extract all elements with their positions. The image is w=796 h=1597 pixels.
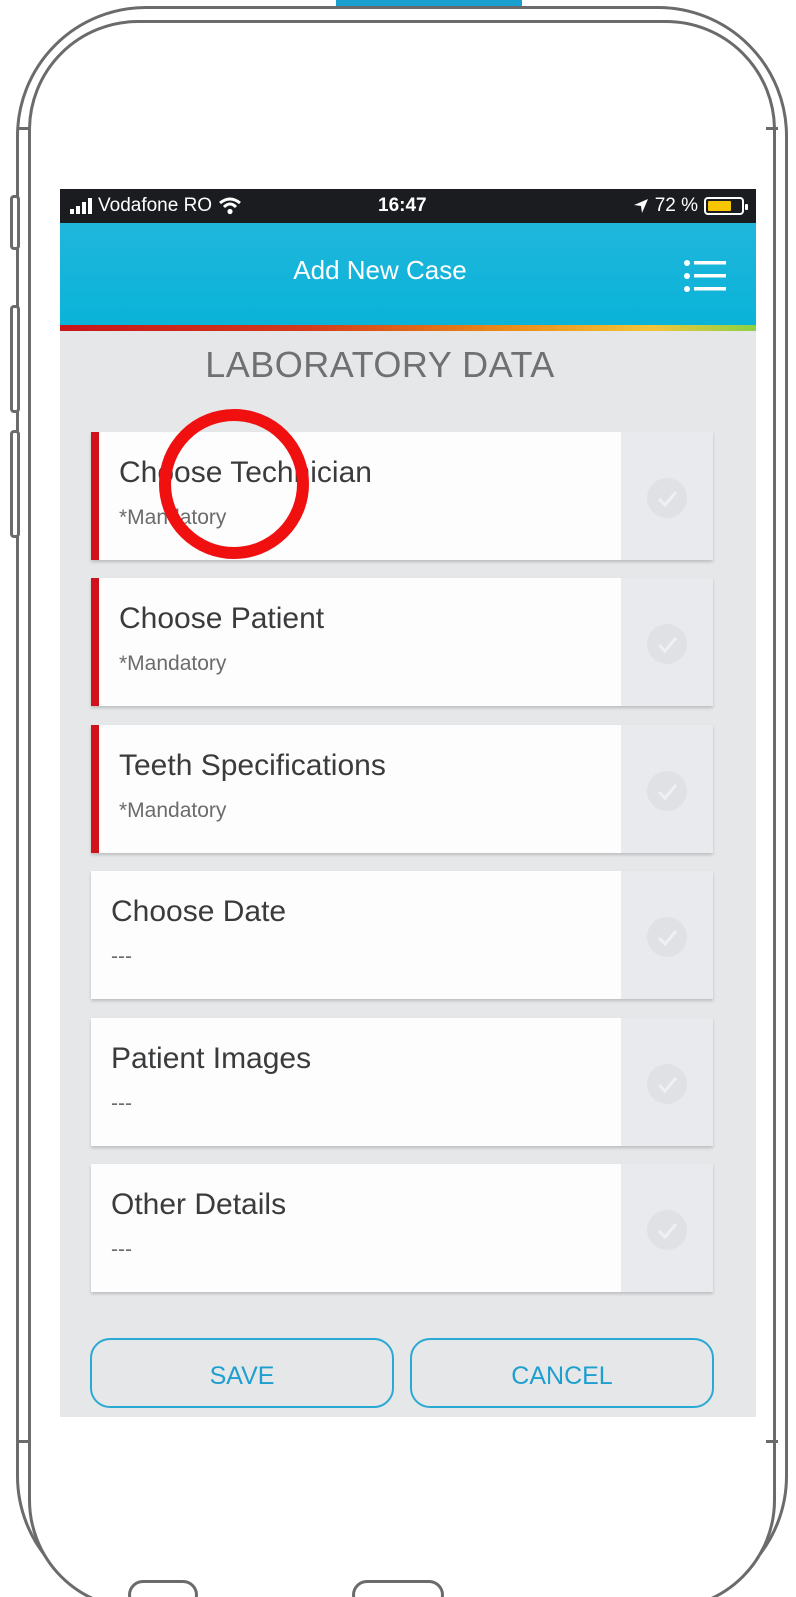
check-circle-icon xyxy=(647,1210,687,1250)
check-circle-icon xyxy=(647,771,687,811)
app-screen: Vodafone RO 16:47 72 % Add New Case LABO… xyxy=(60,189,756,1417)
check-circle-icon xyxy=(647,917,687,957)
status-bar: Vodafone RO 16:47 72 % xyxy=(60,189,756,223)
card-status-area xyxy=(621,1018,713,1146)
list-item[interactable]: Choose Patient *Mandatory xyxy=(91,578,713,706)
carrier-name: Vodafone RO xyxy=(98,195,213,216)
card-title: Other Details xyxy=(111,1188,287,1221)
card-title: Teeth Specifications xyxy=(119,749,386,782)
list-item[interactable]: Teeth Specifications *Mandatory xyxy=(91,725,713,853)
check-circle-icon xyxy=(647,1064,687,1104)
status-time: 16:47 xyxy=(378,195,427,216)
signal-strength-icon xyxy=(70,198,92,214)
card-title: Choose Date xyxy=(111,895,287,928)
volume-up-button xyxy=(10,305,20,413)
app-header: Add New Case xyxy=(60,223,756,325)
list-item[interactable]: Patient Images --- xyxy=(91,1018,713,1146)
card-subtitle: --- xyxy=(111,1238,132,1261)
card-status-area xyxy=(621,1164,713,1292)
card-subtitle: *Mandatory xyxy=(119,799,227,822)
save-button[interactable]: SAVE xyxy=(90,1338,394,1408)
bottom-speaker-left xyxy=(128,1580,198,1597)
card-status-area xyxy=(621,578,713,706)
frame-band-right-top xyxy=(766,127,778,130)
check-circle-icon xyxy=(647,478,687,518)
list-item[interactable]: Other Details --- xyxy=(91,1164,713,1292)
highlight-circle-annotation xyxy=(159,409,309,559)
card-subtitle: --- xyxy=(111,945,132,968)
section-title: LABORATORY DATA xyxy=(205,344,555,385)
frame-band-right-bottom xyxy=(766,1440,778,1443)
list-menu-icon[interactable] xyxy=(684,259,726,293)
cancel-button[interactable]: CANCEL xyxy=(410,1338,714,1408)
volume-down-button xyxy=(10,430,20,538)
card-subtitle: *Mandatory xyxy=(119,652,227,675)
status-right: 72 % xyxy=(633,195,748,217)
page-title: Add New Case xyxy=(293,255,467,285)
battery-icon xyxy=(704,197,748,215)
header-accent-line xyxy=(60,325,756,331)
card-status-area xyxy=(621,432,713,560)
frame-band-left-bottom xyxy=(18,1440,30,1443)
check-circle-icon xyxy=(647,624,687,664)
wifi-icon xyxy=(219,197,242,215)
card-subtitle: --- xyxy=(111,1092,132,1115)
battery-percent: 72 % xyxy=(654,195,698,216)
battery-fill xyxy=(708,201,732,211)
card-title: Choose Patient xyxy=(119,602,325,635)
location-arrow-icon xyxy=(633,199,648,213)
card-status-area xyxy=(621,871,713,999)
list-item[interactable]: Choose Date --- xyxy=(91,871,713,999)
bottom-connector xyxy=(352,1580,444,1597)
status-left: Vodafone RO xyxy=(70,195,242,217)
card-status-area xyxy=(621,725,713,853)
frame-band-left-top xyxy=(18,127,30,130)
card-title: Patient Images xyxy=(111,1042,312,1075)
mute-switch xyxy=(10,195,20,250)
